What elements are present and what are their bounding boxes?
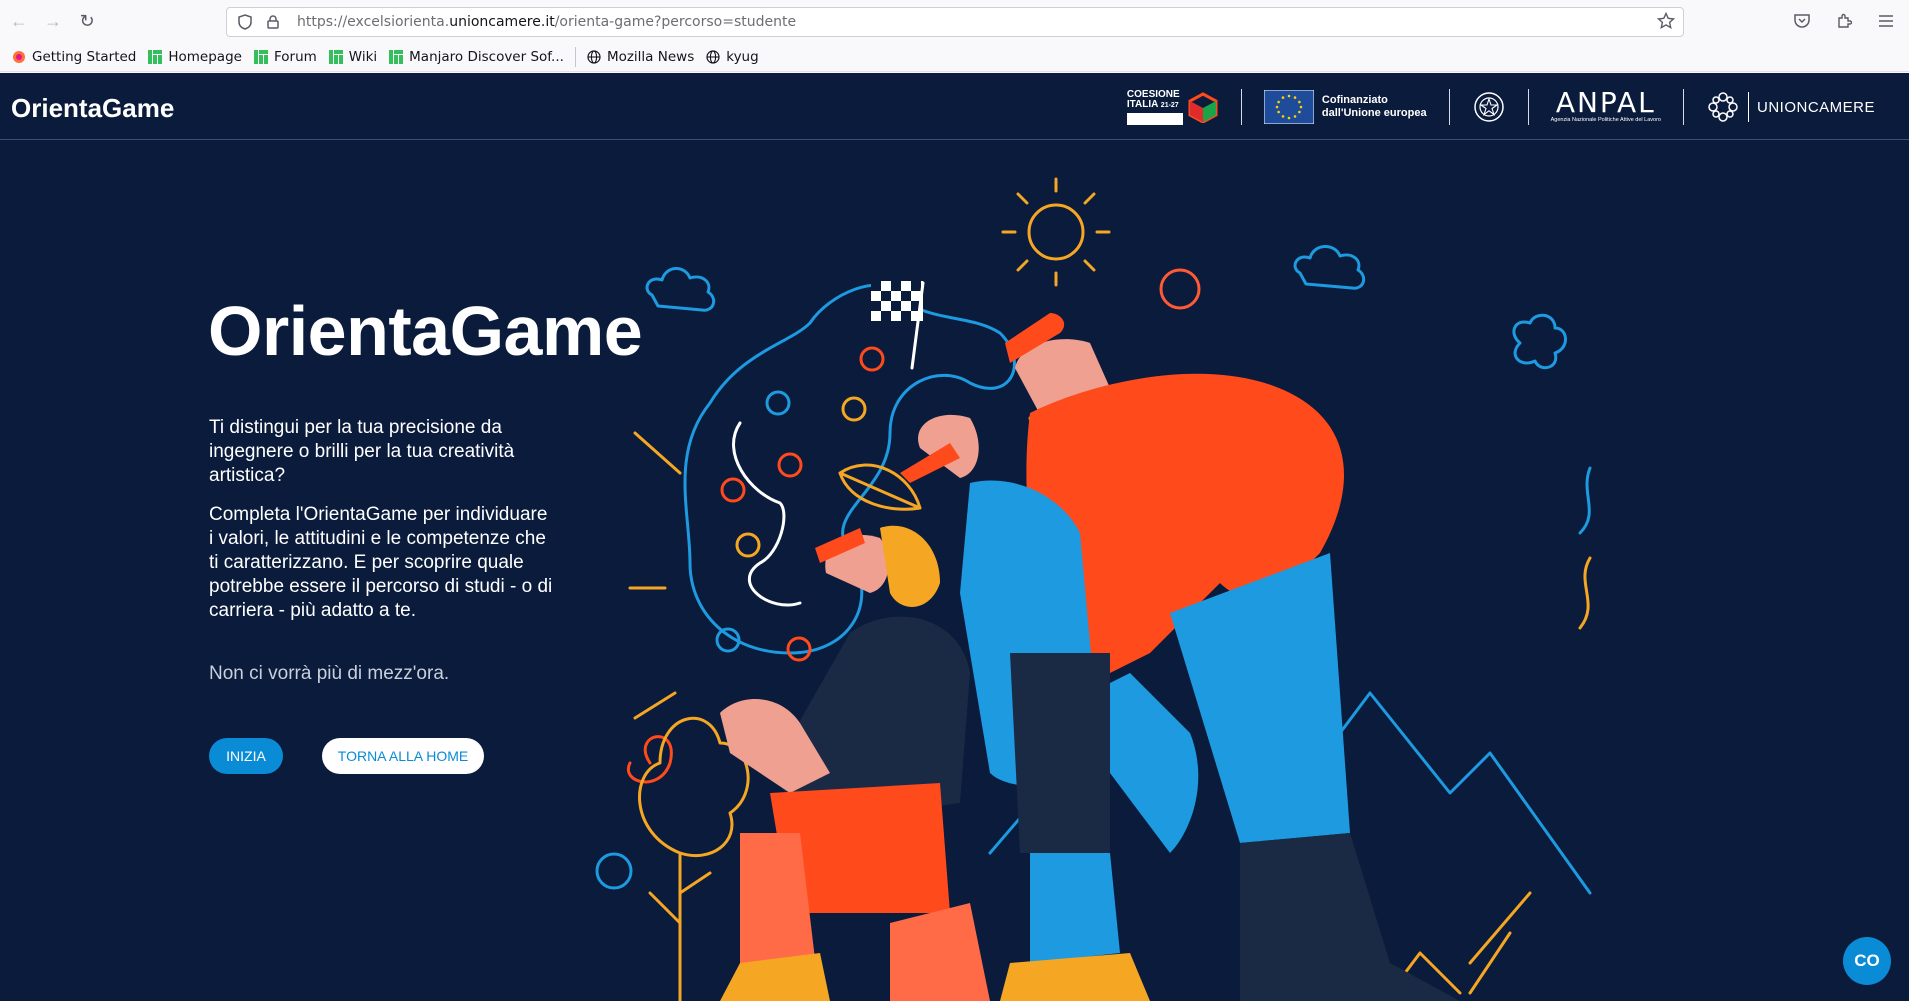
bookmark-label: Homepage [168, 48, 242, 65]
page: OrientaGame COESIONE ITALIA 21-27 Cofina… [0, 73, 1909, 1001]
anpal-logo[interactable]: ANPAL Agenzia Nazionale Politiche Attive… [1550, 86, 1661, 124]
bookmark-label: Wiki [348, 48, 378, 65]
firefox-icon [13, 50, 25, 63]
lock-icon[interactable] [263, 12, 283, 32]
bookmark-label: Mozilla News [606, 48, 695, 65]
finish-flag-icon [871, 281, 925, 370]
unioncamere-mark-icon [1708, 92, 1738, 122]
bookmarks-separator [574, 46, 576, 67]
unioncamere-logo[interactable]: UNIONCAMERE [1706, 90, 1875, 124]
browser-toolbar: ← → ↻ https://excelsiorienta.unioncamere… [0, 0, 1909, 42]
coesione-line2: ITALIA [1126, 98, 1159, 110]
hero-title: OrientaGame [208, 292, 643, 370]
bookmark-wiki[interactable]: Wiki [323, 45, 383, 69]
back-home-button[interactable]: TORNA ALLA HOME [322, 738, 484, 774]
sun-icon [1001, 177, 1111, 287]
bookmark-label: kyug [726, 48, 759, 65]
forward-icon[interactable]: → [36, 4, 70, 38]
shield-icon[interactable] [235, 12, 255, 32]
manjaro-icon [389, 49, 404, 64]
italian-republic-emblem-icon[interactable] [1472, 89, 1506, 125]
url-bar[interactable]: https://excelsiorienta.unioncamere.it/or… [226, 7, 1684, 37]
cofinanziato-line1: Cofinanziato [1321, 94, 1388, 106]
bookmark-getting-started[interactable]: Getting Started [6, 45, 142, 69]
menu-icon[interactable] [1869, 4, 1903, 38]
url-text[interactable]: https://excelsiorienta.unioncamere.it/or… [297, 14, 796, 30]
chat-widget-button[interactable]: CO [1843, 937, 1891, 985]
bookmark-manjaro-discover[interactable]: Manjaro Discover Sof... [383, 45, 570, 69]
unioncamere-text: UNIONCAMERE [1756, 98, 1875, 116]
bookmark-kyug[interactable]: kyug [700, 45, 764, 69]
extensions-icon[interactable] [1827, 4, 1861, 38]
reload-icon[interactable]: ↻ [70, 4, 104, 38]
bookmark-label: Forum [273, 48, 317, 65]
manjaro-icon [148, 49, 163, 64]
bookmark-label: Getting Started [32, 48, 137, 65]
site-header: OrientaGame COESIONE ITALIA 21-27 Cofina… [0, 73, 1909, 140]
eu-cofinanziato-logo[interactable]: Cofinanziato dall'Unione europea [1263, 90, 1427, 124]
globe-icon [706, 49, 720, 64]
cofinanziato-line2: dall'Unione europea [1321, 107, 1427, 119]
bookmarks-bar: Getting Started Homepage Forum Wiki Manj… [0, 42, 1909, 72]
bookmark-star-icon[interactable] [1656, 11, 1676, 35]
partner-logos: COESIONE ITALIA 21-27 Cofinanziato dall'… [1126, 86, 1909, 127]
pocket-icon[interactable] [1785, 4, 1819, 38]
coesione-italia-logo[interactable]: COESIONE ITALIA 21-27 [1126, 89, 1219, 125]
anpal-text: ANPAL [1555, 86, 1656, 119]
manjaro-icon [253, 49, 268, 64]
bookmark-forum[interactable]: Forum [248, 45, 323, 69]
bookmark-homepage[interactable]: Homepage [142, 45, 248, 69]
bookmark-mozilla-news[interactable]: Mozilla News [581, 45, 700, 69]
hero-illustration [595, 177, 1592, 1001]
site-title[interactable]: OrientaGame [11, 93, 174, 124]
hero-intro-text: Ti distingui per la tua precisione da in… [209, 417, 515, 486]
start-button[interactable]: INIZIA [209, 738, 283, 774]
manjaro-icon [328, 49, 343, 64]
hero-duration-note: Non ci vorrà più di mezz'ora. [209, 663, 450, 684]
anpal-subtitle: Agenzia Nazionale Politiche Attive del L… [1550, 117, 1661, 123]
hero-description-text: Completa l'OrientaGame per individuare i… [209, 504, 553, 621]
bookmark-label: Manjaro Discover Sof... [409, 48, 564, 65]
back-icon[interactable]: ← [2, 4, 36, 38]
coesione-cube-icon [1188, 92, 1218, 123]
coesione-years: 21-27 [1160, 101, 1179, 109]
globe-icon [587, 49, 601, 64]
eu-flag-icon [1263, 90, 1314, 124]
